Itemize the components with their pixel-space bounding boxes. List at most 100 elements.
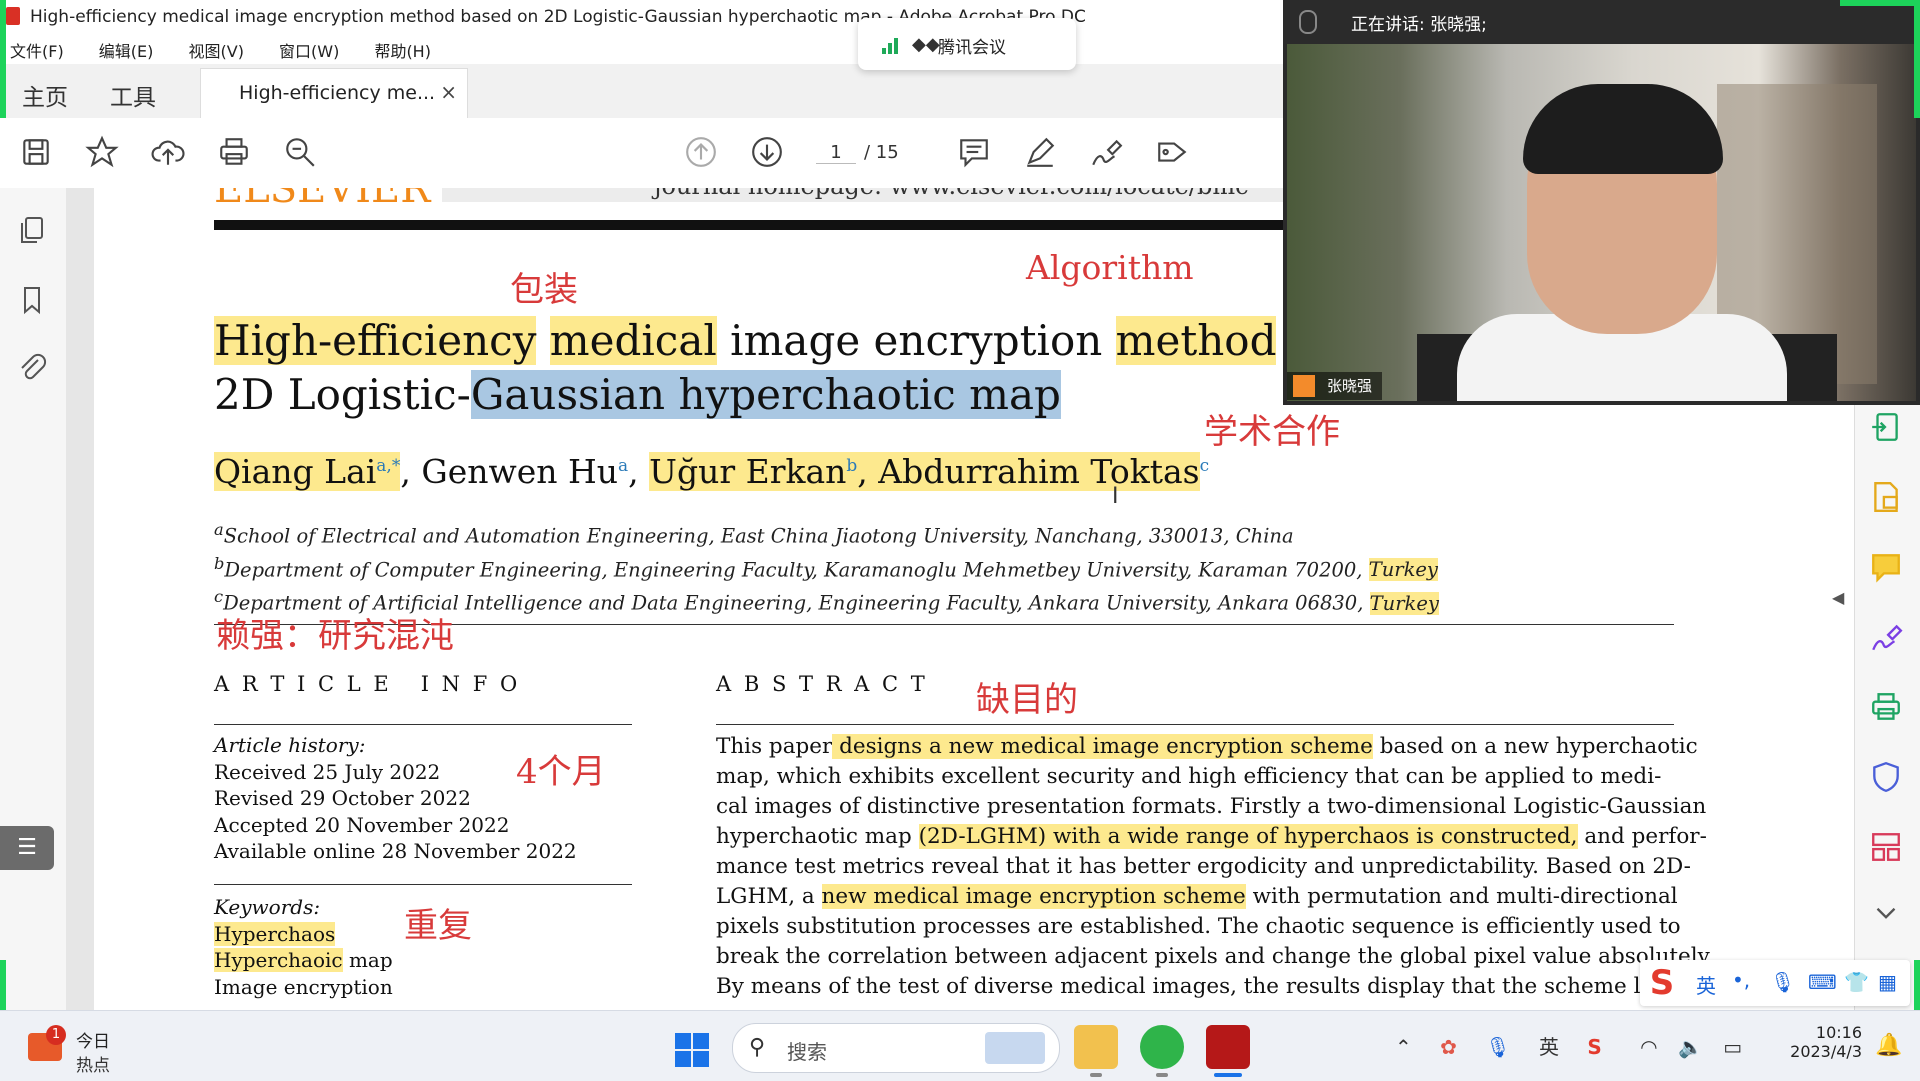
menu-help[interactable]: 帮助(H) bbox=[374, 38, 431, 62]
system-tray: ⌃ ✿ 🎙 英 S ◠ 🔈 ▭ bbox=[1395, 1031, 1742, 1060]
more-tools-chevron-icon[interactable] bbox=[1869, 896, 1909, 936]
author-1: Qiang Laia,* bbox=[214, 452, 401, 491]
author-2: Genwen Hua bbox=[421, 452, 629, 491]
participant-name: 张晓强 bbox=[1327, 377, 1373, 395]
acrobat-taskbar-icon[interactable] bbox=[1206, 1025, 1250, 1069]
wifi-icon[interactable]: ◠ bbox=[1640, 1035, 1657, 1059]
tab-tools[interactable]: 工具 bbox=[110, 78, 156, 112]
abstract-text-span: cal images of distinctive presentation f… bbox=[716, 794, 1707, 819]
menu-window[interactable]: 窗口(W) bbox=[279, 38, 339, 62]
tray-sogou-icon[interactable]: S bbox=[1587, 1035, 1601, 1059]
zoom-out-icon[interactable] bbox=[280, 132, 320, 172]
share-border-right-bottom bbox=[1914, 960, 1920, 1010]
history-accepted: Accepted 20 November 2022 bbox=[214, 812, 510, 837]
sign-icon[interactable] bbox=[1086, 132, 1126, 172]
tray-ime-language[interactable]: 英 bbox=[1539, 1035, 1559, 1059]
history-online: Available online 28 November 2022 bbox=[214, 839, 577, 863]
widget-title: 今日 bbox=[76, 1032, 110, 1052]
abstract-heading: A B S T R A C T bbox=[716, 672, 928, 696]
left-navigation-pane bbox=[0, 188, 67, 1010]
abstract-text-span: pixels substitution processes are establ… bbox=[716, 914, 1681, 939]
tab-home[interactable]: 主页 bbox=[22, 78, 68, 112]
annotation-baozhuang[interactable]: 包装 bbox=[510, 262, 578, 311]
video-call-window[interactable]: 正在讲话: 张晓强; 张晓强 bbox=[1283, 0, 1920, 405]
taskbar-clock[interactable]: 10:16 2023/4/3 bbox=[1762, 1023, 1862, 1061]
tray-overflow-chevron-icon[interactable]: ⌃ bbox=[1395, 1035, 1412, 1059]
abstract-line: break the correlation between adjacent p… bbox=[716, 942, 1714, 972]
battery-icon[interactable]: ▭ bbox=[1723, 1035, 1742, 1059]
file-explorer-icon[interactable] bbox=[1074, 1025, 1118, 1069]
ime-menu-icon[interactable]: ▦ bbox=[1878, 970, 1897, 994]
attachment-icon[interactable] bbox=[16, 350, 52, 386]
comment-tool-icon[interactable] bbox=[1869, 550, 1909, 590]
annotation-sigeyue[interactable]: 4个月 bbox=[516, 744, 606, 793]
tray-microphone-icon[interactable]: 🎙 bbox=[1485, 1035, 1510, 1059]
abstract-text-span: This paper bbox=[716, 734, 833, 759]
save-icon[interactable] bbox=[16, 132, 56, 172]
protect-shield-icon[interactable] bbox=[1869, 760, 1909, 800]
comment-icon[interactable] bbox=[954, 132, 994, 172]
page-up-icon[interactable] bbox=[681, 132, 721, 172]
volume-icon[interactable]: 🔈 bbox=[1678, 1035, 1703, 1059]
ime-punctuation-toggle[interactable]: •, bbox=[1732, 968, 1750, 992]
main-toolbar: 1 / 15 bbox=[0, 118, 1283, 189]
ime-keyboard-icon[interactable]: ⌨ bbox=[1808, 970, 1837, 994]
print-production-icon[interactable] bbox=[1869, 690, 1909, 730]
ime-toolbar[interactable]: S 英 •, 🎙 ⌨ 👕 ▦ bbox=[1640, 960, 1910, 1006]
menu-view[interactable]: 视图(V) bbox=[189, 38, 244, 62]
share-border-top-right bbox=[1840, 0, 1920, 6]
share-tag-icon[interactable] bbox=[1152, 132, 1192, 172]
menu-file[interactable]: 文件(F) bbox=[10, 38, 64, 62]
notification-badge: 1 bbox=[46, 1025, 66, 1045]
organize-pages-icon[interactable] bbox=[1869, 830, 1909, 870]
ime-language-toggle[interactable]: 英 bbox=[1696, 970, 1716, 999]
abstract-text-span: mance test metrics reveal that it has be… bbox=[716, 854, 1691, 879]
create-pdf-icon[interactable] bbox=[1869, 480, 1909, 520]
title-word-highlight: medical bbox=[549, 316, 717, 365]
page-down-icon[interactable] bbox=[747, 132, 787, 172]
annotation-laiqiang[interactable]: 赖强：研究混沌 bbox=[216, 608, 454, 657]
tray-app-icon[interactable]: ✿ bbox=[1440, 1035, 1457, 1059]
title-word-highlight: High-efficiency bbox=[214, 316, 537, 365]
notification-center-icon[interactable]: 🔔 bbox=[1875, 1033, 1902, 1058]
page-number-input[interactable]: 1 bbox=[816, 142, 856, 164]
tab-close-icon[interactable]: × bbox=[440, 80, 457, 104]
star-icon[interactable] bbox=[82, 132, 122, 172]
ime-skin-icon[interactable]: 👕 bbox=[1844, 970, 1869, 994]
meeting-label: 腾讯会议 bbox=[938, 38, 1006, 58]
browser-icon[interactable] bbox=[1140, 1025, 1184, 1069]
ime-voice-icon[interactable]: 🎙 bbox=[1770, 970, 1795, 994]
print-icon[interactable] bbox=[214, 132, 254, 172]
fill-sign-icon[interactable] bbox=[1869, 620, 1909, 660]
annotation-quemudi[interactable]: 缺目的 bbox=[976, 672, 1078, 721]
tab-document[interactable]: High-efficiency me... × bbox=[200, 68, 468, 119]
menu-edit[interactable]: 编辑(E) bbox=[99, 38, 154, 62]
windows-start-icon[interactable] bbox=[675, 1033, 709, 1067]
abstract-line: mance test metrics reveal that it has be… bbox=[716, 852, 1691, 882]
page-thumbnails-icon[interactable] bbox=[16, 214, 52, 250]
abstract-text-span: LGHM, a bbox=[716, 884, 822, 909]
bookmark-icon[interactable] bbox=[16, 284, 52, 320]
annotation-xueshu[interactable]: 学术合作 bbox=[1204, 404, 1340, 453]
taskbar-search-box[interactable]: ⚲ 搜索 bbox=[732, 1023, 1060, 1073]
affiliations: aSchool of Electrical and Automation Eng… bbox=[214, 516, 1439, 617]
abstract-line: cal images of distinctive presentation f… bbox=[716, 792, 1706, 822]
menu-bar: 文件(F) 编辑(E) 视图(V) 窗口(W) 帮助(H) bbox=[0, 34, 1283, 64]
abstract-highlight: new medical image encryption scheme bbox=[821, 884, 1246, 909]
right-pane-collapse-icon[interactable]: ◀ bbox=[1832, 588, 1844, 607]
highlight-pen-icon[interactable] bbox=[1020, 132, 1060, 172]
abstract-line: map, which exhibits excellent security a… bbox=[716, 762, 1674, 792]
keyword-item: Hyperchaoic map bbox=[214, 948, 393, 972]
export-pdf-icon[interactable] bbox=[1869, 410, 1909, 450]
upload-cloud-icon[interactable] bbox=[148, 132, 188, 172]
annotation-algorithm[interactable]: Algorithm bbox=[1026, 248, 1194, 287]
outline-toggle-button[interactable]: ☰ bbox=[0, 826, 54, 870]
author-4-sup: c bbox=[1199, 456, 1210, 476]
page-total: / 15 bbox=[864, 142, 899, 163]
abstract-text-span: and perfor- bbox=[1577, 824, 1707, 849]
list-icon: ☰ bbox=[17, 835, 37, 860]
annotation-chongfu[interactable]: 重复 bbox=[404, 898, 472, 947]
abstract-text-span: with permutation and multi-directional bbox=[1245, 884, 1678, 909]
meeting-status-pill[interactable]: ◆◆ 腾讯会议 bbox=[858, 18, 1076, 70]
user-avatar-icon bbox=[1293, 375, 1315, 397]
